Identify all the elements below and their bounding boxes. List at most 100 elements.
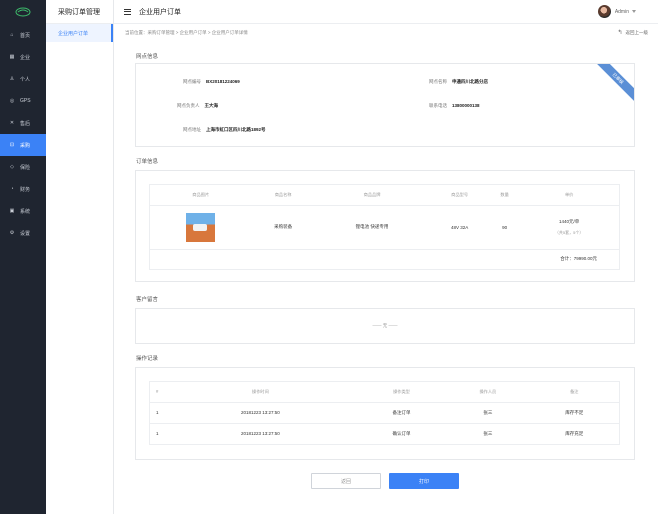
back-button[interactable]: 返回 — [311, 473, 381, 489]
sidebar-item-8[interactable]: ▣ 系统 — [0, 200, 46, 222]
sidebar-item-label: 售后 — [20, 120, 31, 127]
main-sidebar: ⌂ 首页 ▦ 企业 ♙ 个人 ◎ GPS ✕ 售后 ⊡ 采购 ◇ 保险 ◔ 财务 ▣ 系统 ⚙ 设置 — [0, 0, 46, 514]
order-card: 商品图片 商品名称 商品品牌 商品型号 数量 单价 采购装备 锂电池 快递专用 … — [135, 170, 635, 282]
message-section-title: 客户留言 — [136, 297, 159, 303]
username[interactable]: Admin — [615, 9, 629, 15]
shield-icon: ◇ — [10, 164, 14, 170]
order-total: 合计：79990.00元 — [560, 256, 597, 262]
outlet-address: 网点地址 上海市虹口区四川北路1892号 — [183, 127, 266, 133]
col-image: 商品图片 — [150, 185, 252, 206]
sidebar-item-5[interactable]: ⊡ 采购 — [0, 134, 46, 156]
sidebar-item-label: 系统 — [20, 208, 31, 215]
sidebar-item-label: 财务 — [20, 186, 31, 193]
subnav-item-enterprise-orders[interactable]: 企业用户订单 — [46, 24, 113, 42]
product-qty: 90 — [489, 205, 520, 250]
back-link[interactable]: ↰ 返回上一级 — [617, 29, 649, 37]
outlet-code-value: BX20181224069 — [206, 79, 240, 84]
sidebar-item-label: 保险 — [20, 164, 31, 171]
page-title: 企业用户订单 — [139, 8, 181, 16]
outlet-phone: 联系电话 13800000138 — [429, 103, 480, 109]
record-note: 库存不足 — [529, 402, 619, 424]
system-icon: ▣ — [9, 208, 15, 214]
outlet-manager: 网点负责人 王大海 — [177, 103, 218, 109]
sub-sidebar: 采购订单管理 企业用户订单 — [46, 0, 114, 514]
breadcrumb: 当前位置：采购订单管理 > 企业用户订单 > 企业用户订单详情 — [125, 29, 248, 35]
outlet-address-value: 上海市虹口区四川北路1892号 — [206, 127, 266, 132]
gear-icon: ⚙ — [9, 230, 15, 236]
logo-icon — [15, 7, 31, 17]
col-type: 操作类型 — [356, 382, 447, 403]
col-name: 商品名称 — [251, 185, 315, 206]
outlet-address-label: 网点地址 — [183, 127, 201, 132]
back-link-label: 返回上一级 — [625, 29, 649, 35]
product-brand: 锂电池 快递专用 — [314, 205, 430, 250]
logo — [0, 0, 46, 24]
record-operator: 张三 — [446, 402, 530, 424]
outlet-manager-label: 网点负责人 — [177, 103, 200, 108]
product-image[interactable] — [186, 212, 216, 242]
col-qty: 数量 — [489, 185, 520, 206]
records-table-header: # 操作时间 操作类型 操作人员 备注 — [150, 382, 619, 403]
record-time: 20181223 13:27:50 — [240, 431, 280, 437]
records-table-wrap: # 操作时间 操作类型 操作人员 备注 1 20181223 13:27:50 … — [149, 381, 620, 445]
status-ribbon-label: 已审核 — [593, 64, 634, 103]
col-brand: 商品品牌 — [314, 185, 430, 206]
col-operator: 操作人员 — [446, 382, 530, 403]
sidebar-item-4[interactable]: ✕ 售后 — [0, 112, 46, 134]
sidebar-item-9[interactable]: ⚙ 设置 — [0, 222, 46, 244]
sidebar-item-7[interactable]: ◔ 财务 — [0, 178, 46, 200]
home-icon: ⌂ — [10, 32, 14, 38]
back-arrow-icon: ↰ — [617, 30, 623, 36]
table-row: 1 20181223 13:27:50 备注订单 张三 库存不足 — [150, 402, 619, 424]
outlet-name-value: 申通四川北路分店 — [452, 79, 488, 84]
building-icon: ▦ — [9, 54, 15, 60]
sidebar-item-label: 首页 — [20, 32, 31, 39]
user-menu[interactable]: Admin — [597, 5, 636, 18]
record-index: 1 — [150, 402, 164, 424]
col-note: 备注 — [529, 382, 619, 403]
record-index: 1 — [156, 431, 159, 437]
product-price-cell: 1440元/单 （共5套，5个） — [519, 205, 619, 250]
avatar[interactable] — [597, 5, 611, 18]
outlet-code-label: 网点编号 — [183, 79, 201, 84]
col-index: # — [150, 382, 164, 403]
table-row: 采购装备 锂电池 快递专用 48V 32A 90 1440元/单 （共5套，5个… — [150, 205, 619, 250]
sidebar-item-0[interactable]: ⌂ 首页 — [0, 24, 46, 46]
user-icon: ♙ — [9, 76, 15, 82]
order-table-wrap: 商品图片 商品名称 商品品牌 商品型号 数量 单价 采购装备 锂电池 快递专用 … — [149, 184, 620, 270]
sidebar-item-6[interactable]: ◇ 保险 — [0, 156, 46, 178]
status-ribbon: 已审核 — [592, 64, 634, 106]
sidebar-item-3[interactable]: ◎ GPS — [0, 90, 46, 112]
sidebar-item-label: 企业 — [20, 54, 31, 61]
menu-icon[interactable] — [124, 8, 131, 15]
cart-icon: ⊡ — [9, 142, 15, 148]
sidebar-item-label: 设置 — [20, 230, 31, 237]
location-icon: ◎ — [9, 98, 15, 104]
message-card: —— 无 —— — [135, 308, 635, 344]
records-card: # 操作时间 操作类型 操作人员 备注 1 20181223 13:27:50 … — [135, 367, 635, 460]
col-model: 商品型号 — [429, 185, 490, 206]
print-button[interactable]: 打印 — [389, 473, 459, 489]
record-note: 库存充足 — [565, 430, 584, 436]
chevron-down-icon[interactable] — [632, 10, 636, 13]
sidebar-item-label: 采购 — [20, 142, 31, 149]
records-table: # 操作时间 操作类型 操作人员 备注 1 20181223 13:27:50 … — [150, 382, 619, 444]
outlet-phone-value: 13800000138 — [452, 103, 480, 108]
outlet-card: 已审核 网点编号 BX20181224069 网点名称 申通四川北路分店 网点负责人… — [135, 63, 635, 147]
outlet-name: 网点名称 申通四川北路分店 — [429, 79, 488, 85]
col-time: 操作时间 — [164, 382, 357, 403]
sidebar-item-2[interactable]: ♙ 个人 — [0, 68, 46, 90]
outlet-name-label: 网点名称 — [429, 79, 447, 84]
product-price-note: （共5套，5个） — [554, 229, 584, 235]
topbar: 企业用户订单 Admin — [114, 0, 658, 24]
tools-icon: ✕ — [9, 120, 15, 126]
outlet-manager-value: 王大海 — [204, 103, 219, 108]
records-section-title: 操作记录 — [136, 356, 159, 362]
breadcrumb-bar: 当前位置：采购订单管理 > 企业用户订单 > 企业用户订单详情 ↰ 返回上一级 — [114, 24, 658, 41]
outlet-phone-label: 联系电话 — [429, 103, 447, 108]
product-model: 48V 32A — [429, 205, 490, 250]
table-row: 1 20181223 13:27:50 确认订单 张三 库存充足 — [150, 423, 619, 444]
message-empty: —— 无 —— — [372, 323, 398, 328]
order-table-header: 商品图片 商品名称 商品品牌 商品型号 数量 单价 — [150, 185, 619, 206]
sidebar-item-1[interactable]: ▦ 企业 — [0, 46, 46, 68]
